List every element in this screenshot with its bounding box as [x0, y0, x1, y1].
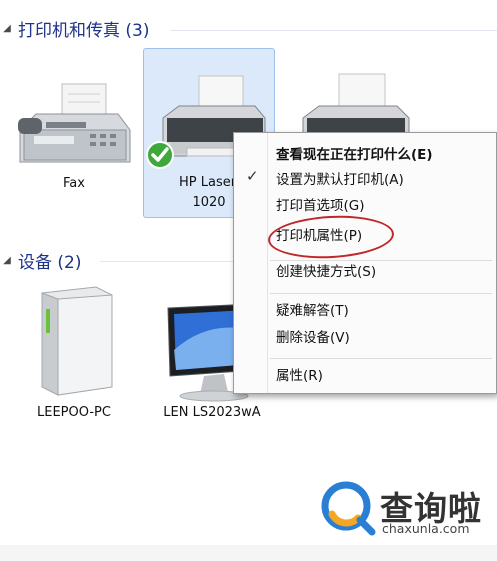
device-label: Fax: [63, 176, 85, 191]
menu-item-remove-device[interactable]: 删除设备(V): [276, 328, 350, 348]
watermark-url: chaxunla.com: [382, 521, 470, 536]
magnifier-logo-icon: [321, 481, 376, 536]
computer-tower-icon: [41, 286, 113, 396]
group-title-devices: 设备 (2): [18, 252, 82, 273]
checkmark-icon: ✓: [246, 167, 259, 185]
menu-icon-column: [267, 133, 268, 393]
menu-separator: [270, 293, 492, 294]
menu-item-create-shortcut[interactable]: 创建快捷方式(S): [276, 262, 376, 282]
check-badge-icon: [146, 141, 174, 169]
menu-item-set-default-printer[interactable]: 设置为默认打印机(A): [276, 170, 404, 190]
device-label: LEEPOO-PC: [37, 405, 111, 420]
group-divider: [170, 30, 497, 31]
menu-item-properties[interactable]: 属性(R): [276, 366, 323, 386]
menu-item-troubleshoot[interactable]: 疑难解答(T): [276, 301, 349, 321]
group-header-printers[interactable]: ◢ 打印机和传真 (3): [0, 17, 150, 41]
fax-machine-icon: [18, 83, 131, 163]
menu-item-printing-preferences[interactable]: 打印首选项(G): [276, 196, 365, 216]
bottom-band: [0, 545, 497, 561]
collapse-arrow-icon[interactable]: ◢: [0, 23, 14, 34]
device-label: LEN LS2023wA: [163, 405, 261, 420]
device-leepoo-pc[interactable]: LEEPOO-PC: [10, 283, 138, 423]
device-fax[interactable]: Fax: [10, 70, 138, 200]
menu-separator: [270, 358, 492, 359]
menu-item-see-whats-printing[interactable]: 查看现在正在打印什么(E): [276, 145, 433, 165]
group-divider: [100, 261, 233, 262]
collapse-arrow-icon[interactable]: ◢: [0, 255, 14, 266]
group-title-printers: 打印机和传真 (3): [18, 20, 150, 41]
group-header-devices[interactable]: ◢ 设备 (2): [0, 249, 82, 273]
menu-separator: [270, 260, 492, 261]
context-menu: 查看现在正在打印什么(E) ✓ 设置为默认打印机(A) 打印首选项(G) 打印机…: [233, 132, 497, 394]
